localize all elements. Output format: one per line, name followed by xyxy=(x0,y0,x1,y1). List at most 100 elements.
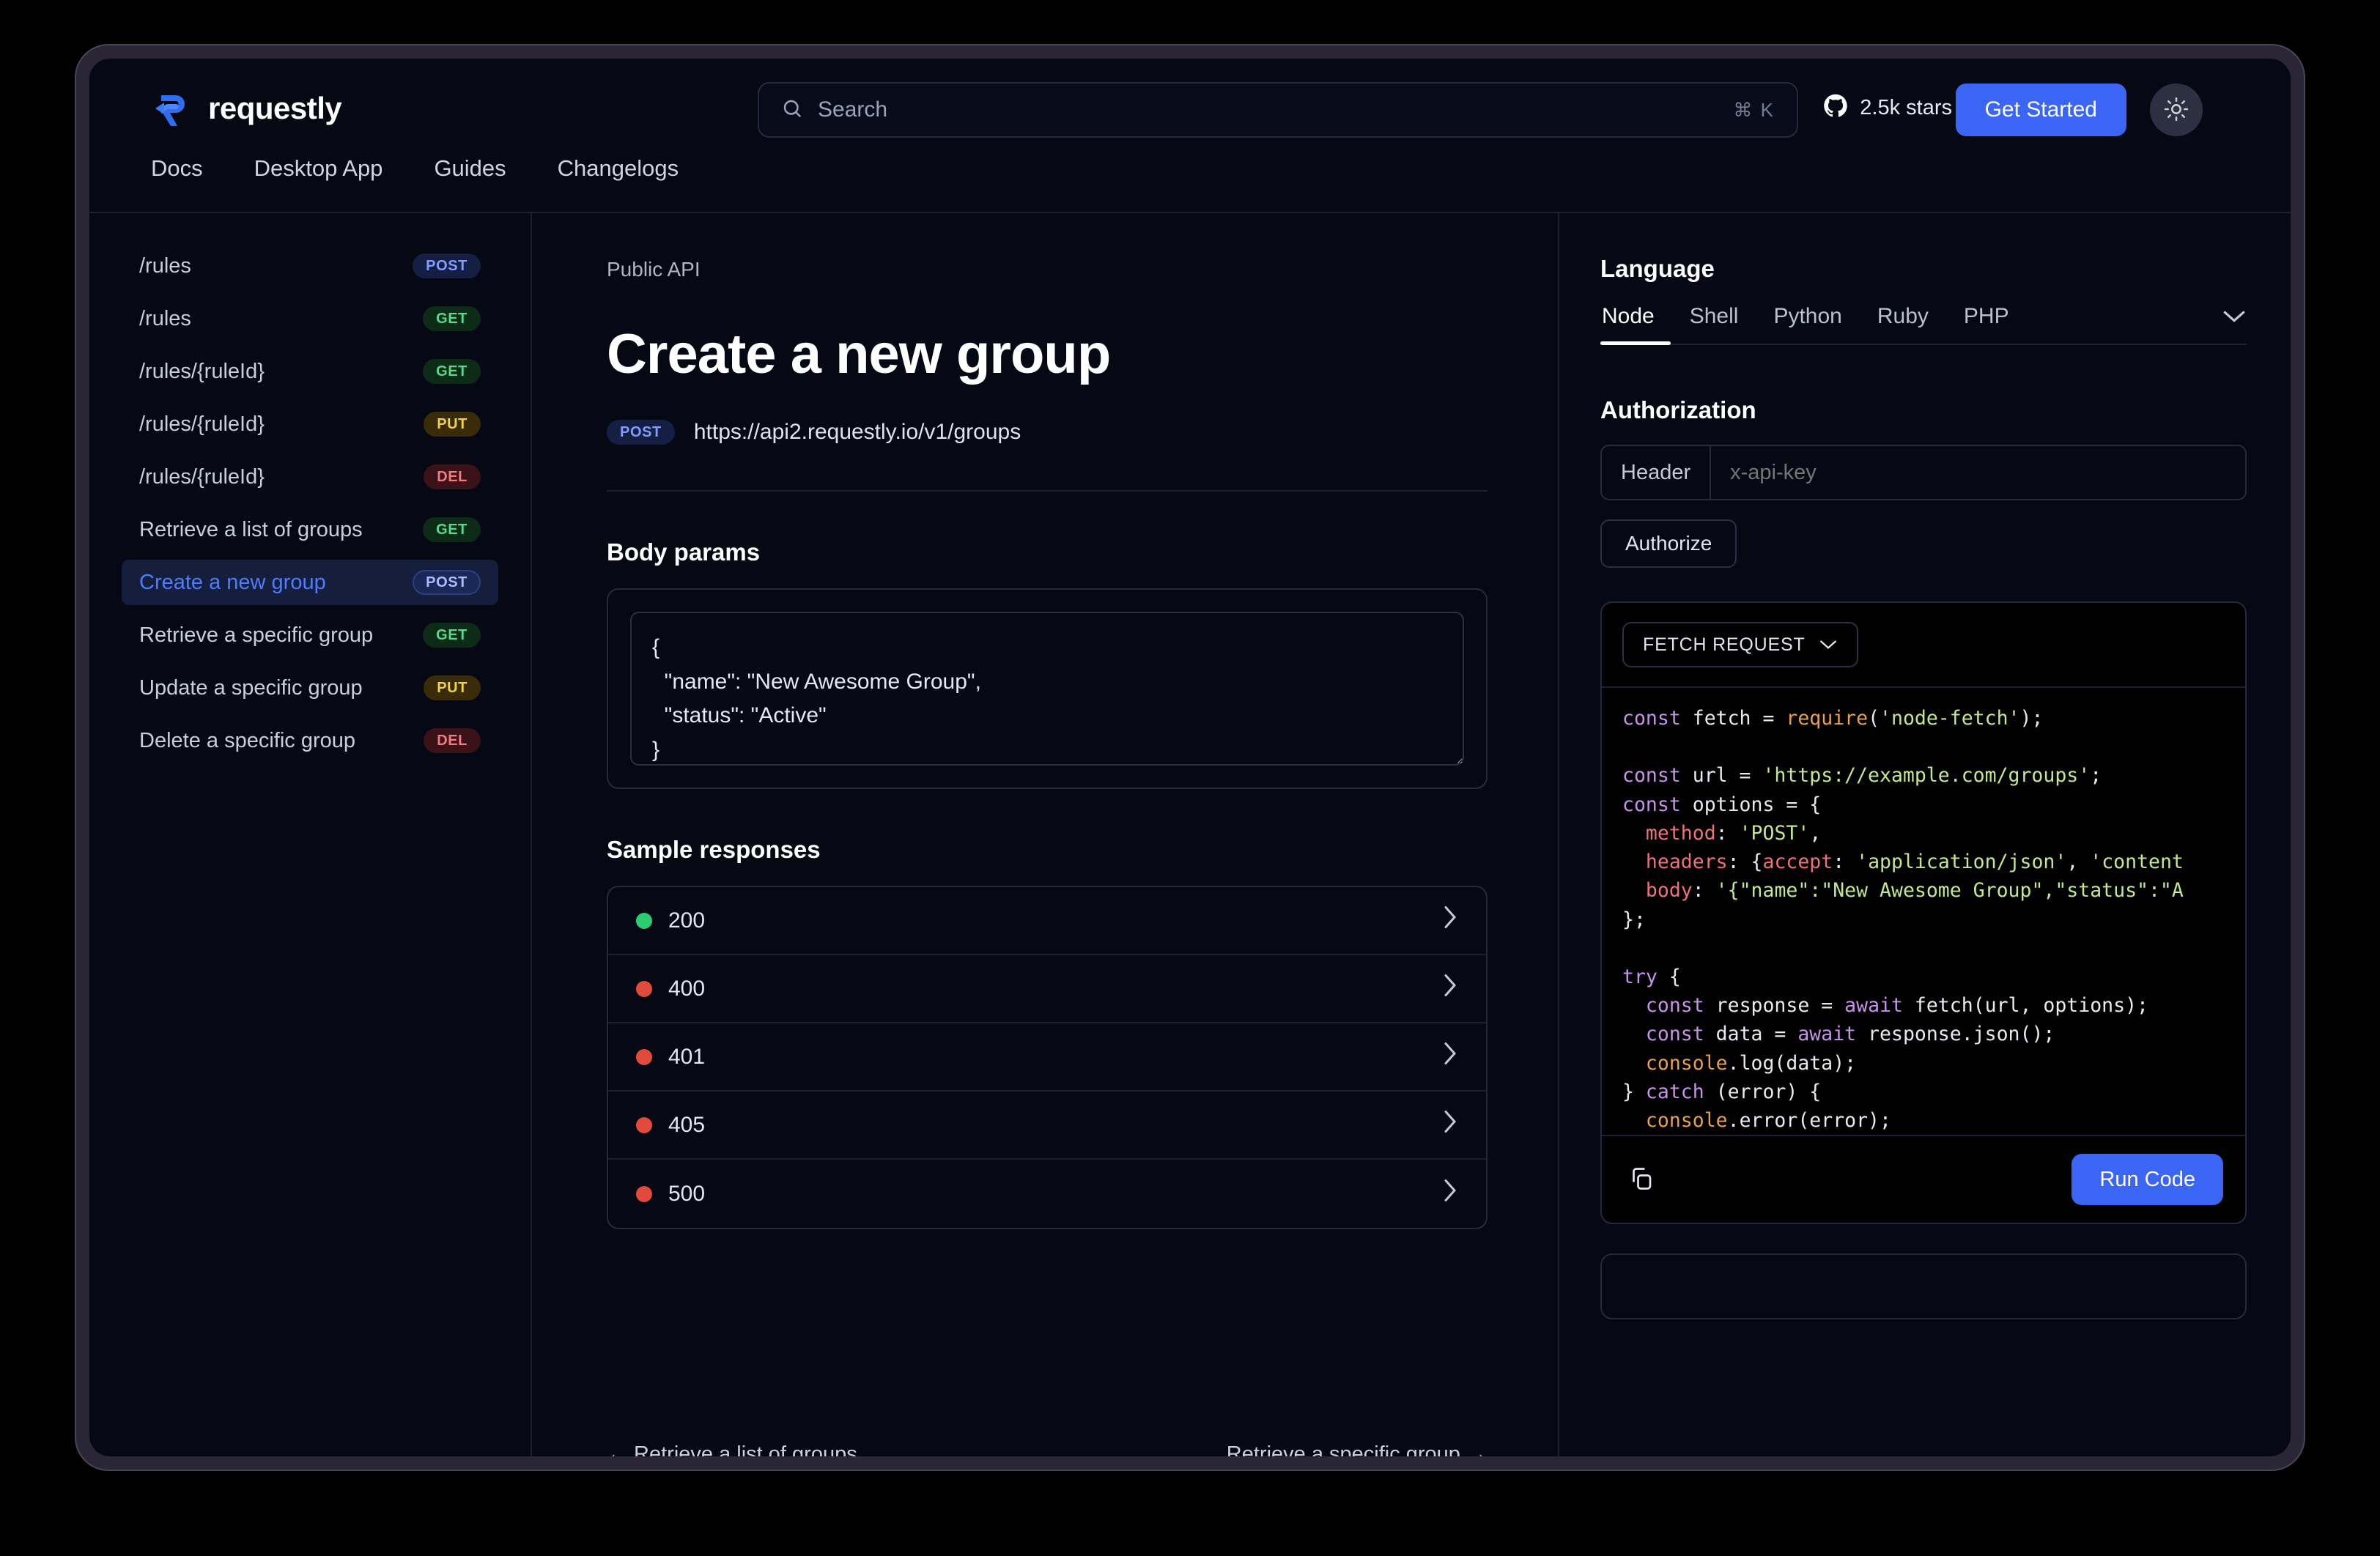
snippet-type-select[interactable]: FETCH REQUEST xyxy=(1622,622,1858,667)
language-tab-php[interactable]: PHP xyxy=(1962,304,2011,329)
code-token: 'POST' xyxy=(1739,821,1810,845)
sidebar-item-9[interactable]: Delete a specific group DEL xyxy=(122,718,498,763)
nav-tab-desktop-app[interactable]: Desktop App xyxy=(254,155,383,182)
get-started-button[interactable]: Get Started xyxy=(1955,84,2126,136)
code-token: console xyxy=(1645,1109,1728,1133)
sidebar-item-2[interactable]: /rules/{ruleId} GET xyxy=(122,349,498,394)
sidebar-item-label: Create a new group xyxy=(139,570,326,594)
chevron-right-icon xyxy=(1442,1108,1458,1141)
code-token: headers xyxy=(1645,851,1728,874)
code-token: (error) { xyxy=(1704,1080,1822,1103)
chevron-right-icon xyxy=(1442,972,1458,1005)
response-row-500[interactable]: 500 xyxy=(608,1160,1486,1228)
code-token: ( xyxy=(1868,707,1880,730)
language-tab-shell[interactable]: Shell xyxy=(1688,304,1740,329)
code-token: data = xyxy=(1704,1023,1798,1046)
code-token: require xyxy=(1786,707,1869,730)
response-row-left: 405 xyxy=(636,1113,705,1138)
response-status-code: 405 xyxy=(668,1112,706,1137)
github-stars[interactable]: 2.5k stars xyxy=(1823,94,1952,122)
code-token: method xyxy=(1645,821,1716,845)
sidebar-item-8[interactable]: Update a specific group PUT xyxy=(122,665,498,711)
response-row-400[interactable]: 400 xyxy=(608,955,1486,1023)
response-row-401[interactable]: 401 xyxy=(608,1023,1486,1092)
authorize-button[interactable]: Authorize xyxy=(1600,519,1737,568)
search-icon xyxy=(781,97,803,123)
code-line: try { xyxy=(1622,963,2225,991)
sidebar-item-label: Retrieve a list of groups xyxy=(139,517,363,541)
search-input[interactable]: Search ⌘ K xyxy=(758,82,1798,138)
code-token: const xyxy=(1645,1023,1704,1046)
code-token: .log(data); xyxy=(1727,1051,1857,1075)
code-token: 'https://example.com/groups' xyxy=(1762,764,2091,788)
copy-button[interactable] xyxy=(1624,1161,1659,1199)
nav-tab-guides[interactable]: Guides xyxy=(434,155,506,182)
browser-viewport: requestly Search ⌘ K 2.5k stars Get Star… xyxy=(89,59,2291,1456)
nav-tab-changelogs[interactable]: Changelogs xyxy=(558,155,679,182)
code-snippet-card: FETCH REQUEST const fetch = require('nod… xyxy=(1600,601,2247,1224)
code-snippet-body[interactable]: const fetch = require('node-fetch'); con… xyxy=(1602,688,2245,1135)
code-line: const url = 'https://example.com/groups'… xyxy=(1622,761,2225,790)
code-token: 'node-fetch' xyxy=(1880,707,2020,730)
chevron-down-icon[interactable] xyxy=(2222,302,2247,330)
nav-tabs: Docs Desktop App Guides Changelogs xyxy=(151,155,679,182)
code-token: .error(error); xyxy=(1727,1109,1891,1133)
code-token: : xyxy=(1715,821,1740,845)
sun-icon xyxy=(2164,97,2189,124)
breadcrumb: Public API xyxy=(607,258,701,281)
code-line: console.error(error); xyxy=(1622,1106,2225,1135)
sidebar-item-5[interactable]: Retrieve a list of groups GET xyxy=(122,507,498,552)
code-token: body xyxy=(1645,879,1693,903)
pager-next-link[interactable]: Retrieve a specific group → xyxy=(1227,1442,1488,1456)
sample-responses-heading: Sample responses xyxy=(607,836,821,863)
search-placeholder: Search xyxy=(818,97,888,122)
language-tab-python[interactable]: Python xyxy=(1772,304,1843,329)
code-token: fetch(url, options); xyxy=(1902,994,2148,1018)
sidebar-item-label: /rules xyxy=(139,306,191,330)
pager-prev-link[interactable]: ← Retrieve a list of groups xyxy=(607,1442,857,1456)
sidebar-item-0[interactable]: /rules POST xyxy=(122,243,498,289)
secondary-code-card xyxy=(1600,1253,2247,1319)
authorization-heading: Authorization xyxy=(1600,396,1756,423)
language-tab-node[interactable]: Node xyxy=(1600,304,1656,329)
run-code-button[interactable]: Run Code xyxy=(2072,1154,2223,1205)
language-tabs: Node Shell Python Ruby PHP xyxy=(1600,302,2247,345)
top-header: requestly Search ⌘ K 2.5k stars Get Star… xyxy=(89,59,2291,213)
response-row-405[interactable]: 405 xyxy=(608,1092,1486,1160)
brand-name: requestly xyxy=(208,91,342,125)
brand-logo[interactable]: requestly xyxy=(151,88,342,129)
response-status-code: 200 xyxy=(668,908,706,933)
theme-toggle-button[interactable] xyxy=(2150,84,2203,136)
sidebar-item-label: /rules/{ruleId} xyxy=(139,359,265,383)
code-token: accept xyxy=(1762,851,1833,874)
pagination: ← Retrieve a list of groups Retrieve a s… xyxy=(607,1442,1488,1456)
response-row-200[interactable]: 200 xyxy=(608,887,1486,955)
sidebar-item-7[interactable]: Retrieve a specific group GET xyxy=(122,612,498,658)
nav-tab-docs[interactable]: Docs xyxy=(151,155,203,182)
code-token: response = xyxy=(1704,994,1845,1018)
sidebar-item-3[interactable]: /rules/{ruleId} PUT xyxy=(122,401,498,447)
chevron-right-icon xyxy=(1442,904,1458,937)
code-line: method: 'POST', xyxy=(1622,819,2225,848)
status-dot-icon xyxy=(636,1048,652,1065)
code-token: }; xyxy=(1622,908,1646,931)
language-tab-ruby[interactable]: Ruby xyxy=(1876,304,1930,329)
code-line: const response = await fetch(url, option… xyxy=(1622,991,2225,1020)
sample-responses-list: 200 400 401 405 500 xyxy=(607,886,1488,1229)
api-key-input[interactable] xyxy=(1711,446,2245,499)
authorization-field: Header xyxy=(1600,445,2247,500)
chevron-right-icon xyxy=(1442,1040,1458,1073)
endpoints-sidebar: /rules POST/rules GET/rules/{ruleId} GET/ru… xyxy=(89,212,532,1456)
sidebar-item-4[interactable]: /rules/{ruleId} DEL xyxy=(122,454,498,500)
sidebar-item-1[interactable]: /rules GET xyxy=(122,296,498,341)
sidebar-item-6[interactable]: Create a new group POST xyxy=(122,560,498,605)
response-status-code: 500 xyxy=(668,1181,706,1206)
body-params-input[interactable] xyxy=(630,612,1464,766)
